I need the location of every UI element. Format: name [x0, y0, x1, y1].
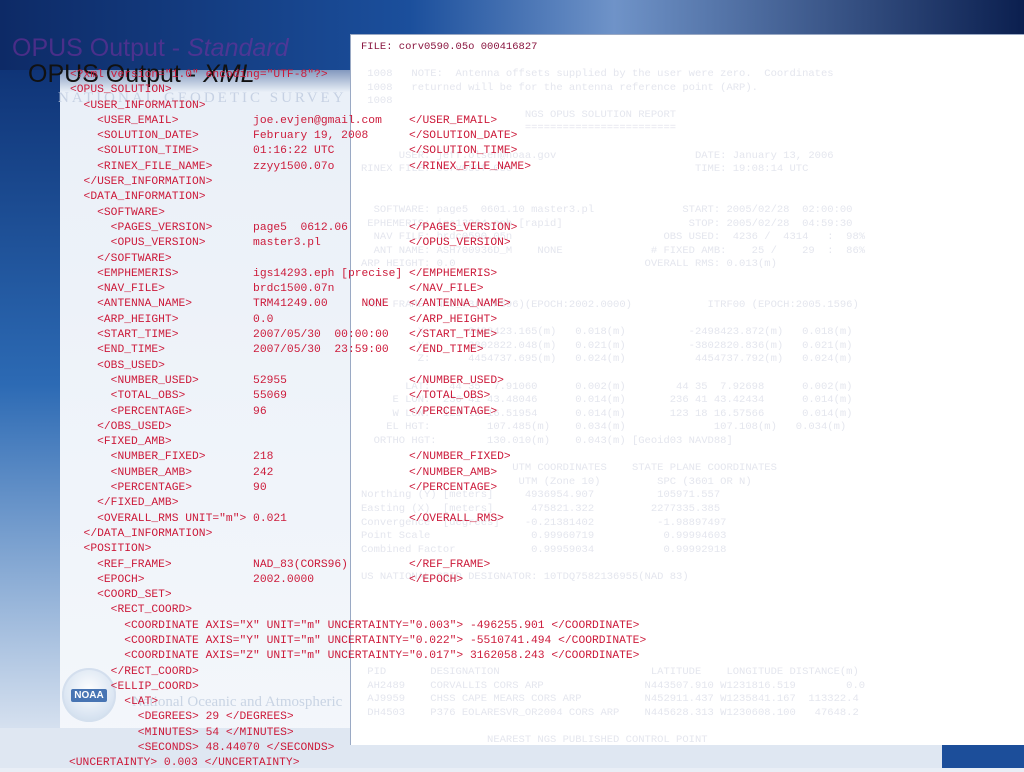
- xml-line: <NAV_FILE> brdc1500.07n </NAV_FILE>: [70, 283, 484, 296]
- xml-line: <OPUS_VERSION> master3.pl </OPUS_VERSION…: [70, 237, 511, 250]
- xml-line: <NUMBER_FIXED> 218 </NUMBER_FIXED>: [70, 451, 511, 464]
- xml-line: <COORDINATE AXIS="X" UNIT="m" UNCERTAINT…: [70, 619, 640, 632]
- xml-line: <ELLIP_COORD>: [70, 680, 199, 693]
- xml-line: <COORDINATE AXIS="Y" UNIT="m" UNCERTAINT…: [70, 634, 647, 647]
- slide-title-standard: OPUS Output - Standard: [12, 34, 289, 63]
- xml-line: <UNCERTAINTY> 0.003 </UNCERTAINTY>: [69, 757, 300, 770]
- xml-line: <LAT>: [70, 696, 159, 709]
- xml-line: <COORD_SET>: [70, 589, 172, 602]
- xml-line: <DEGREES> 29 </DEGREES>: [70, 711, 294, 724]
- slide-left-band: [0, 70, 60, 768]
- xml-line: <OPUS_SOLUTION>: [70, 84, 172, 97]
- xml-line: <PERCENTAGE> 96 </PERCENTAGE>: [70, 405, 498, 418]
- xml-line: <USER_INFORMATION>: [70, 99, 206, 112]
- xml-line: <OBS_USED>: [70, 359, 165, 372]
- xml-line: <PERCENTAGE> 90 </PERCENTAGE>: [70, 482, 498, 495]
- xml-line: </FIXED_AMB>: [70, 497, 179, 510]
- xml-line: <SECONDS> 48.44070 </SECONDS>: [70, 742, 335, 755]
- xml-line: <RECT_COORD>: [70, 604, 193, 617]
- xml-line: <SOFTWARE>: [70, 206, 165, 219]
- xml-line: <NUMBER_USED> 52955 </NUMBER_USED>: [70, 374, 504, 387]
- xml-line: <USER_EMAIL> joe.evjen@gmail.com </USER_…: [70, 114, 498, 127]
- xml-line: <NUMBER_AMB> 242 </NUMBER_AMB>: [70, 466, 498, 479]
- xml-line: <COORDINATE AXIS="Z" UNIT="m" UNCERTAINT…: [70, 650, 640, 663]
- slide-title-standard-word: Standard: [187, 34, 289, 62]
- xml-line: <TOTAL_OBS> 55069 </TOTAL_OBS>: [70, 390, 491, 403]
- xml-line: <ARP_HEIGHT> 0.0 </ARP_HEIGHT>: [70, 313, 498, 326]
- xml-line: </SOFTWARE>: [70, 252, 172, 265]
- xml-line: <OVERALL_RMS UNIT="m"> 0.021 </OVERALL_R…: [70, 512, 504, 525]
- xml-line: <EMPHEMERIS> igs14293.eph [precise] </EM…: [70, 267, 498, 280]
- xml-line: </RECT_COORD>: [70, 665, 199, 678]
- xml-line: <MINUTES> 54 </MINUTES>: [70, 726, 294, 739]
- xml-line: <RINEX_FILE_NAME> zzyy1500.07o </RINEX_F…: [70, 160, 531, 173]
- xml-line: <PAGES_VERSION> page5 0612.06 </PAGES_VE…: [70, 221, 518, 234]
- report-file-header: FILE: corv0590.05o 000416827: [361, 41, 538, 53]
- slide-title-standard-main: OPUS Output -: [12, 34, 188, 62]
- xml-line: <POSITION>: [70, 543, 152, 556]
- xml-line: <EPOCH> 2002.0000 </EPOCH>: [70, 573, 464, 586]
- xml-line: <END_TIME> 2007/05/30 23:59:00 </END_TIM…: [70, 344, 484, 357]
- xml-line: </DATA_INFORMATION>: [70, 527, 213, 540]
- xml-line: <DATA_INFORMATION>: [70, 191, 206, 204]
- xml-line: <SOLUTION_TIME> 01:16:22 UTC </SOLUTION_…: [70, 145, 518, 158]
- xml-output-block: <?xml version="1.0" encoding="UTF-8"?> <O…: [69, 68, 647, 772]
- xml-line: <FIXED_AMB>: [70, 436, 172, 449]
- xml-line: </USER_INFORMATION>: [70, 176, 213, 189]
- xml-line: <REF_FRAME> NAD_83(CORS96) </REF_FRAME>: [70, 558, 491, 571]
- xml-line: </OBS_USED>: [70, 420, 172, 433]
- xml-line: <SOLUTION_DATE> February 19, 2008 </SOLU…: [70, 130, 518, 143]
- xml-line: <?xml version="1.0" encoding="UTF-8"?>: [70, 69, 328, 81]
- xml-line: <START_TIME> 2007/05/30 00:00:00 </START…: [70, 329, 498, 342]
- xml-line: <ANTENNA_NAME> TRM41249.00 NONE </ANTENN…: [70, 298, 511, 311]
